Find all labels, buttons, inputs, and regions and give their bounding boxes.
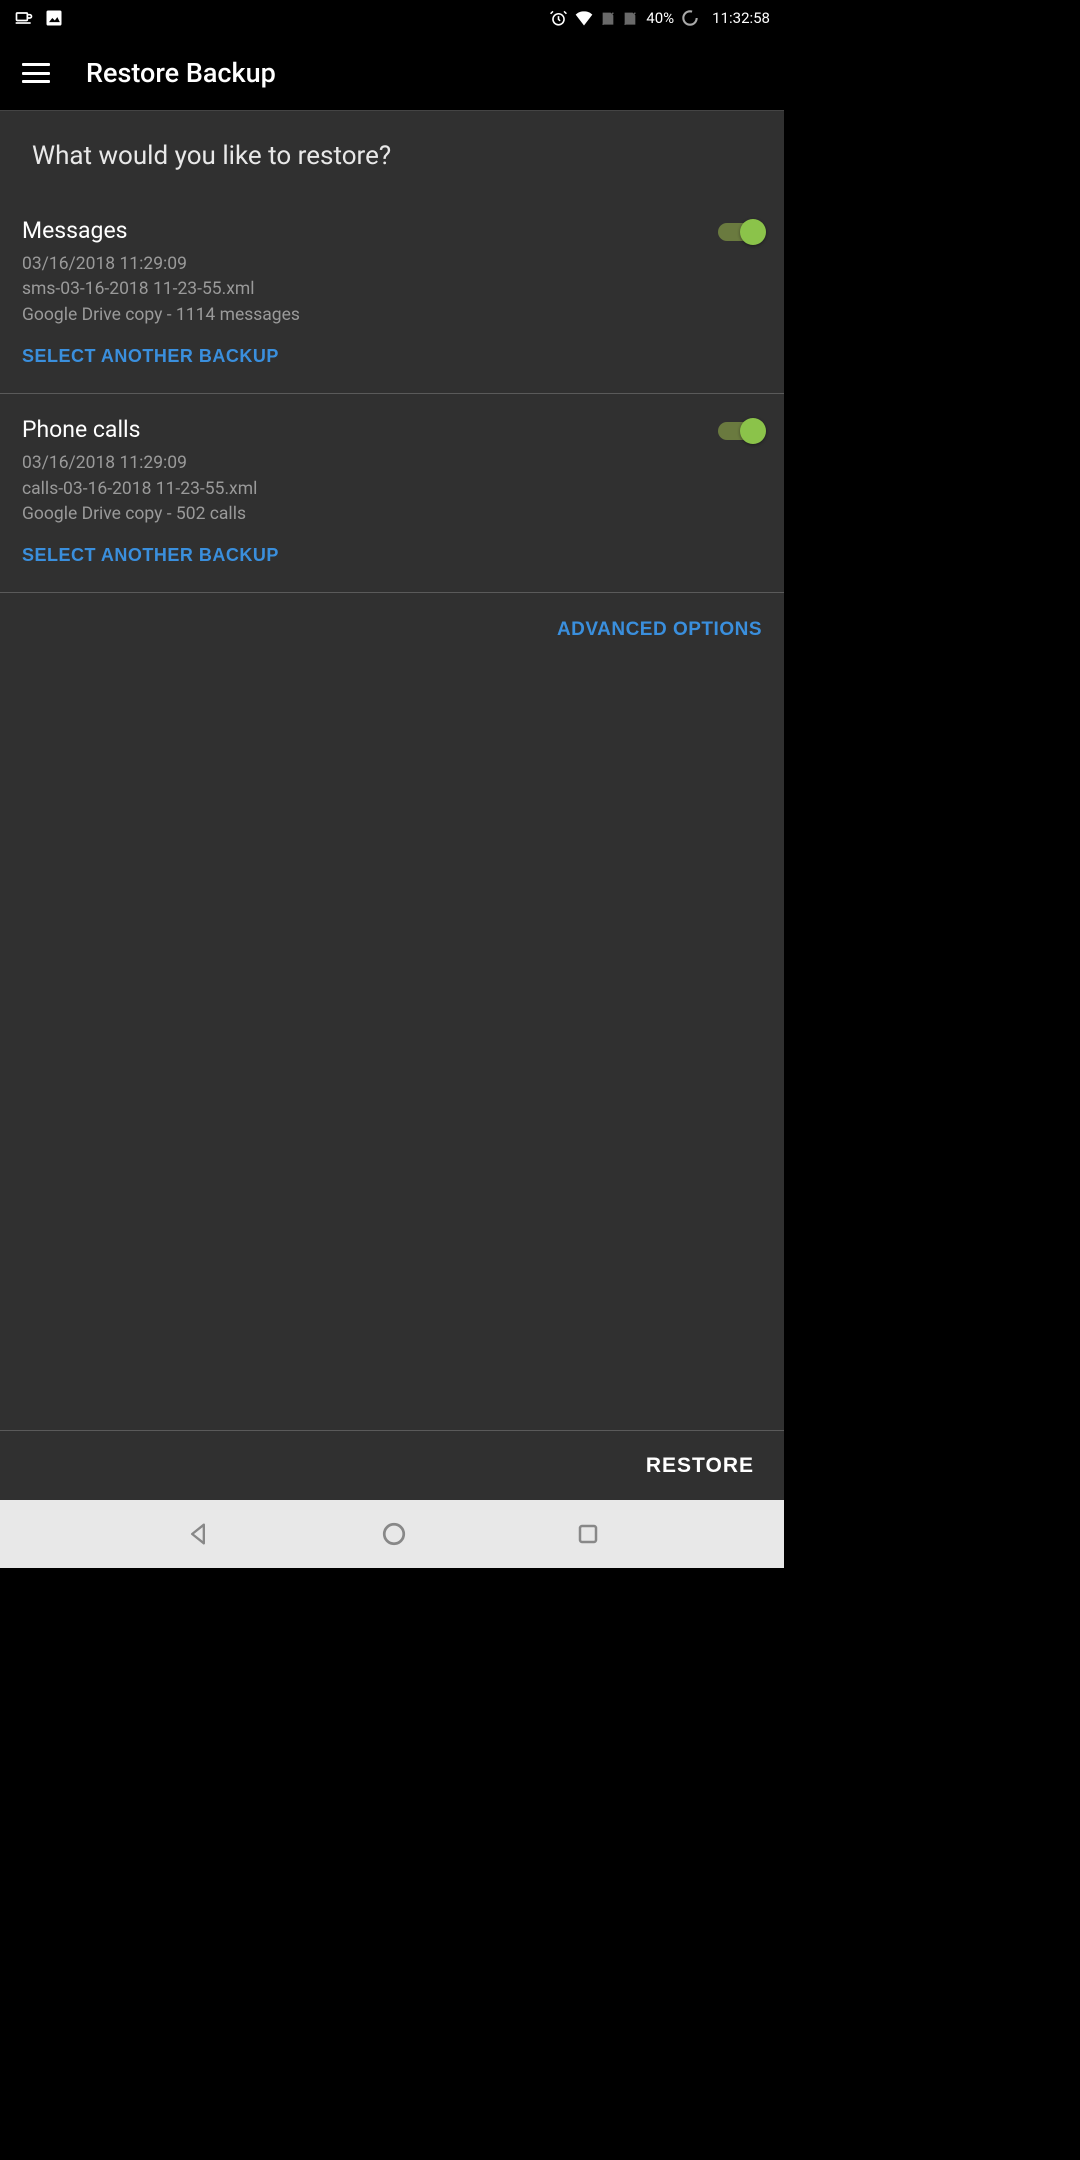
coffee-icon bbox=[14, 8, 34, 28]
status-bar: 40% 11:32:58 bbox=[0, 0, 784, 36]
restore-section-messages: Messages 03/16/2018 11:29:09 sms-03-16-2… bbox=[0, 195, 784, 394]
restore-section-phone-calls: Phone calls 03/16/2018 11:29:09 calls-03… bbox=[0, 394, 784, 593]
image-icon bbox=[44, 8, 64, 28]
select-another-backup-phone-calls[interactable]: SELECT ANOTHER BACKUP bbox=[22, 545, 279, 566]
toggle-messages[interactable] bbox=[718, 221, 762, 243]
page-title: Restore Backup bbox=[86, 57, 276, 89]
content-area: What would you like to restore? Messages… bbox=[0, 111, 784, 1501]
loading-circle-icon bbox=[680, 8, 700, 28]
menu-icon[interactable] bbox=[22, 63, 50, 83]
toggle-phone-calls[interactable] bbox=[718, 420, 762, 442]
bottom-action-bar: RESTORE bbox=[0, 1430, 784, 1500]
status-right-icons: 40% 11:32:58 bbox=[549, 8, 770, 28]
navigation-bar bbox=[0, 1500, 784, 1568]
restore-button[interactable]: RESTORE bbox=[646, 1454, 754, 1478]
battery-percentage: 40% bbox=[646, 9, 674, 27]
select-another-backup-messages[interactable]: SELECT ANOTHER BACKUP bbox=[22, 346, 279, 367]
status-left-icons bbox=[14, 8, 64, 28]
status-clock: 11:32:58 bbox=[712, 9, 770, 27]
section-details-phone-calls: 03/16/2018 11:29:09 calls-03-16-2018 11-… bbox=[22, 451, 279, 527]
advanced-options-row: ADVANCED OPTIONS bbox=[0, 593, 784, 667]
sim2-icon bbox=[622, 9, 638, 27]
nav-recent-icon[interactable] bbox=[576, 1522, 600, 1546]
sim1-icon bbox=[600, 9, 616, 27]
advanced-options-button[interactable]: ADVANCED OPTIONS bbox=[557, 619, 762, 641]
nav-back-icon[interactable] bbox=[184, 1520, 212, 1548]
section-details-messages: 03/16/2018 11:29:09 sms-03-16-2018 11-23… bbox=[22, 252, 300, 328]
app-bar: Restore Backup bbox=[0, 36, 784, 110]
restore-prompt: What would you like to restore? bbox=[0, 111, 784, 195]
alarm-icon bbox=[549, 9, 568, 28]
nav-home-icon[interactable] bbox=[381, 1521, 407, 1547]
wifi-icon bbox=[574, 8, 594, 28]
section-title-phone-calls: Phone calls bbox=[22, 416, 279, 443]
section-title-messages: Messages bbox=[22, 217, 300, 244]
